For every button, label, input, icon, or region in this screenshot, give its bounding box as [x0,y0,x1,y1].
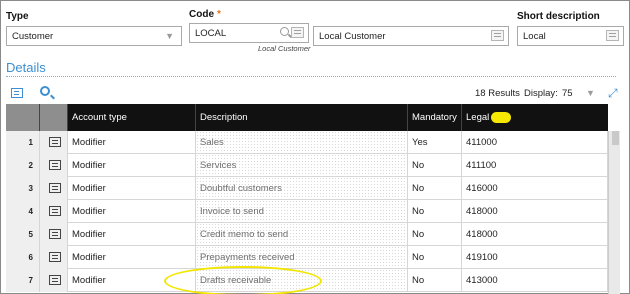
highlight-ellipse [164,266,322,294]
list-detail-icon[interactable] [49,229,61,239]
row-number: 2 [6,154,40,177]
type-value: Customer [12,31,54,42]
list-detail-icon[interactable] [291,27,304,38]
table-row[interactable]: 4 Modifier Invoice to send No 418000 [6,200,608,223]
legal-cell: 419100 [462,246,608,269]
code-label-text: Code [189,9,214,20]
description-cell: Doubtful customers [196,177,408,200]
row-number: 5 [6,223,40,246]
list-detail-icon[interactable] [49,160,61,170]
details-title: Details [6,60,46,75]
grid-header: Account type Description Mandatory Legal [6,104,608,131]
short-desc-label: Short description [517,11,600,22]
mandatory-cell: No [408,246,462,269]
row-number: 4 [6,200,40,223]
list-detail-icon[interactable] [49,183,61,193]
highlight-mark [491,112,511,123]
row-number: 6 [6,246,40,269]
code-label: Code * [189,9,221,20]
mandatory-cell: Yes [408,131,462,154]
chevron-down-icon[interactable]: ▼ [586,88,595,98]
account-type-cell: Modifier [68,223,196,246]
legal-cell: 411000 [462,131,608,154]
mandatory-cell: No [408,177,462,200]
search-icon[interactable] [40,86,50,96]
row-icon-cell[interactable] [40,246,68,269]
name-value: Local Customer [319,31,386,42]
required-marker: * [217,9,221,20]
row-number: 7 [6,269,40,292]
mandatory-cell: No [408,269,462,292]
legal-cell: 418000 [462,200,608,223]
list-detail-icon[interactable] [49,206,61,216]
list-detail-icon[interactable] [11,88,23,98]
header-rownum [6,104,40,131]
legal-cell: 411100 [462,154,608,177]
account-type-cell: Modifier [68,177,196,200]
description-cell: Services [196,154,408,177]
code-value: LOCAL [195,28,227,39]
table-row[interactable]: 1 Modifier Sales Yes 411000 [6,131,608,154]
short-desc-value: Local [523,31,546,42]
expand-icon[interactable]: ⤢ [608,86,618,101]
results-count: 18 Results [475,88,520,99]
list-detail-icon[interactable] [49,137,61,147]
code-field[interactable]: LOCAL [189,23,309,43]
header-account-type[interactable]: Account type [68,104,196,131]
legal-cell: 418000 [462,223,608,246]
table-row[interactable]: 3 Modifier Doubtful customers No 416000 [6,177,608,200]
display-label: Display: [524,88,558,99]
vertical-scrollbar[interactable] [608,131,620,294]
type-label: Type [6,11,29,22]
mandatory-cell: No [408,154,462,177]
account-type-cell: Modifier [68,200,196,223]
type-select[interactable]: Customer ▼ [6,26,182,46]
row-number: 3 [6,177,40,200]
description-cell: Credit memo to send [196,223,408,246]
list-detail-icon[interactable] [49,275,61,285]
description-cell: Invoice to send [196,200,408,223]
display-select[interactable]: 75 [562,88,573,99]
table-row[interactable]: 6 Modifier Prepayments received No 419100 [6,246,608,269]
legal-cell: 413000 [462,269,608,292]
account-type-cell: Modifier [68,154,196,177]
account-type-cell: Modifier [68,131,196,154]
header-description[interactable]: Description [196,104,408,131]
row-icon-cell[interactable] [40,154,68,177]
table-row[interactable]: 5 Modifier Credit memo to send No 418000 [6,223,608,246]
row-icon-cell[interactable] [40,177,68,200]
scrollbar-thumb[interactable] [612,131,619,145]
legal-cell: 416000 [462,177,608,200]
details-divider [6,76,616,77]
account-type-cell: Modifier [68,246,196,269]
list-detail-icon[interactable] [491,30,504,41]
search-icon[interactable] [280,27,289,36]
mandatory-cell: No [408,200,462,223]
row-icon-cell[interactable] [40,200,68,223]
row-icon-cell[interactable] [40,131,68,154]
list-detail-icon[interactable] [606,30,619,41]
short-desc-field[interactable]: Local [517,26,624,46]
header-legal-label: Legal [466,112,490,123]
name-field[interactable]: Local Customer [313,26,509,46]
header-icon-col [40,104,68,131]
description-cell: Sales [196,131,408,154]
header-mandatory[interactable]: Mandatory [408,104,462,131]
chevron-down-icon[interactable]: ▼ [165,31,174,41]
table-row[interactable]: 2 Modifier Services No 411100 [6,154,608,177]
code-subtext: Local Customer [258,44,311,53]
row-number: 1 [6,131,40,154]
row-icon-cell[interactable] [40,223,68,246]
list-detail-icon[interactable] [49,252,61,262]
header-legal[interactable]: Legal [462,104,608,131]
row-icon-cell[interactable] [40,269,68,292]
mandatory-cell: No [408,223,462,246]
